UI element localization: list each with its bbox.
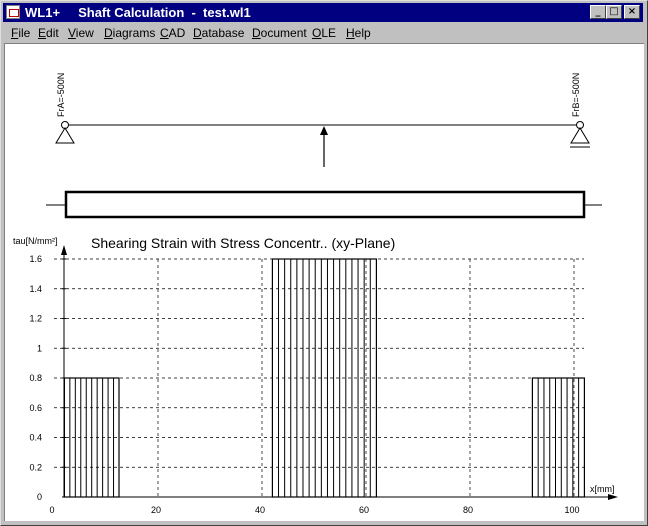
drawing-canvas: FrA=-500N FrB=-500N Shearing Strain with… <box>13 73 618 515</box>
menu-help[interactable]: Help <box>346 26 371 40</box>
y-tick-label: 1.6 <box>29 254 42 264</box>
y-axis-arrow-icon <box>61 245 67 255</box>
window-title: WL1+ Shaft Calculation - test.wl1 <box>25 5 251 20</box>
y-tick-label: 0.2 <box>29 462 42 472</box>
y-axis-label: tau[N/mm²] <box>13 236 58 246</box>
stress-chart: Shearing Strain with Stress Concentr.. (… <box>13 235 618 515</box>
menu-file[interactable]: File <box>11 26 30 40</box>
support-a-icon[interactable] <box>55 127 75 144</box>
menu-edit[interactable]: Edit <box>38 26 59 40</box>
support-a-label: FrA=-500N <box>56 73 66 117</box>
close-button[interactable]: × <box>624 5 640 19</box>
x-tick-label: 60 <box>359 505 369 515</box>
support-b-icon[interactable] <box>570 127 590 144</box>
maximize-button[interactable]: □ <box>606 5 622 19</box>
x-axis-label: x[mm] <box>590 484 615 494</box>
x-tick-label: 80 <box>463 505 473 515</box>
y-tick-label: 1.2 <box>29 314 42 324</box>
chart-tick-labels: 0 0.2 0.4 0.6 0.8 1 1.2 1.4 1.6 0 20 40 60 80 100 <box>29 254 579 515</box>
drawing-area[interactable]: FrA=-500N FrB=-500N Shearing Strain with… <box>4 43 644 521</box>
title-bar[interactable]: WL1+ Shaft Calculation - test.wl1 _ □ × <box>3 3 643 22</box>
y-tick-label: 0 <box>37 492 42 502</box>
menu-ole[interactable]: OLE <box>312 26 336 40</box>
x-tick-label: 0 <box>49 505 54 515</box>
y-tick-label: 0.4 <box>29 433 42 443</box>
load-arrow-icon[interactable] <box>320 126 328 135</box>
minimize-button[interactable]: _ <box>590 5 606 19</box>
menu-diagrams[interactable]: Diagrams <box>104 26 155 40</box>
menu-bar: File Edit View Diagrams CAD Database Doc… <box>3 23 643 42</box>
menu-database[interactable]: Database <box>193 26 244 40</box>
chart-grid <box>54 258 584 497</box>
x-tick-label: 20 <box>151 505 161 515</box>
y-tick-label: 1.4 <box>29 284 42 294</box>
y-tick-label: 0.6 <box>29 403 42 413</box>
x-axis-arrow-icon <box>608 494 618 500</box>
x-tick-label: 100 <box>564 505 579 515</box>
menu-view[interactable]: View <box>68 26 94 40</box>
chart-title: Shearing Strain with Stress Concentr.. (… <box>91 235 395 251</box>
x-tick-label: 40 <box>255 505 265 515</box>
shaft-body[interactable] <box>64 190 586 219</box>
support-b-label: FrB=-500N <box>571 73 581 117</box>
y-tick-label: 0.8 <box>29 373 42 383</box>
app-window: WL1+ Shaft Calculation - test.wl1 _ □ × … <box>0 0 648 526</box>
shaft-schematic: FrA=-500N FrB=-500N <box>46 73 602 219</box>
app-icon[interactable] <box>6 5 20 19</box>
menu-document[interactable]: Document <box>252 26 307 40</box>
y-tick-label: 1 <box>37 343 42 353</box>
menu-cad[interactable]: CAD <box>160 26 185 40</box>
